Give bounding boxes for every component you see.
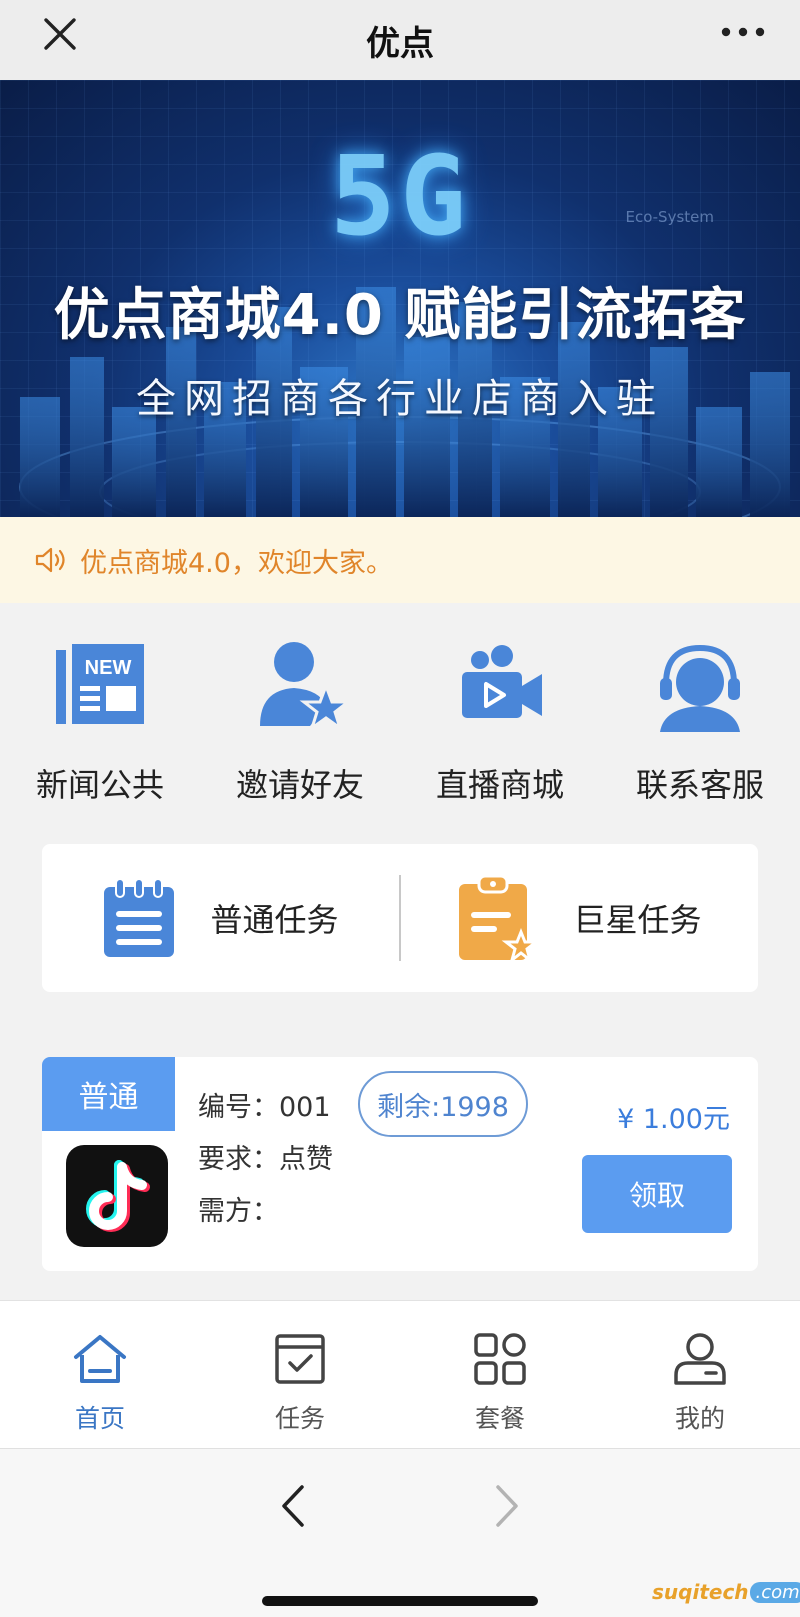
task-price: ¥ 1.00元 [617,1104,730,1135]
quick-nav-customer-service[interactable]: 联系客服 [600,636,800,806]
quick-nav-label: 联系客服 [635,766,764,804]
banner-headline: 优点商城4.0 赋能引流拓客 [53,283,747,348]
task-number: 编号：001 [198,1092,331,1123]
normal-task-label: 普通任务 [210,901,339,939]
title-bar: 优点 [0,0,800,80]
watermark-text: suqitech [652,1580,749,1604]
svg-text:NEW: NEW [85,657,132,679]
promo-banner[interactable]: 5G Eco-System 优点商城4.0 赋能引流拓客 全网招商各行业店商入驻 [0,80,800,517]
back-arrow-icon[interactable] [276,1483,310,1529]
tab-tasks[interactable]: 任务 [200,1301,400,1448]
banner-eco-text: Eco-System [625,208,714,226]
tab-label: 套餐 [474,1404,525,1433]
live-video-icon [462,645,542,718]
quick-nav-live-mall[interactable]: 直播商城 [400,636,600,806]
quick-nav-invite[interactable]: 邀请好友 [200,636,400,806]
task-requirement: 要求：点赞 [198,1144,333,1175]
clipboard-star-icon [459,874,540,962]
star-task-label: 巨星任务 [573,901,702,939]
page-title: 优点 [366,23,434,64]
quick-nav-label: 邀请好友 [235,766,364,804]
tiktok-logo-icon [66,1145,168,1247]
grid-icon [474,1333,526,1385]
bottom-tab-bar: 首页 任务 套餐 我的 [0,1300,800,1448]
task-listing: 普通 编号：001 剩余:1998 要求：点赞 需方： ¥ 1.00元 领取 [42,1057,758,1271]
star-task-button[interactable]: 巨星任务 [401,844,758,992]
close-icon[interactable] [40,14,80,54]
customer-service-icon [660,644,740,732]
task-tag: 普通 [42,1057,175,1131]
tab-label: 首页 [74,1404,125,1433]
news-icon: NEW [56,644,144,724]
home-icon [74,1335,126,1383]
tab-home[interactable]: 首页 [0,1301,200,1448]
speaker-icon [35,547,65,573]
watermark-domain: .com [749,1581,800,1603]
normal-task-button[interactable]: 普通任务 [42,844,399,992]
notice-bar: 优点商城4.0，欢迎大家。 [0,517,800,603]
quick-nav-label: 新闻公共 [35,766,164,804]
tab-packages[interactable]: 套餐 [400,1301,600,1448]
tab-mine[interactable]: 我的 [600,1301,800,1448]
user-icon [674,1333,726,1385]
quick-nav-label: 直播商城 [435,766,564,804]
invite-friend-icon [260,642,350,732]
forward-arrow-icon[interactable] [490,1483,524,1529]
tab-label: 任务 [274,1404,325,1433]
task-check-icon [275,1334,325,1384]
claim-button[interactable]: 领取 [582,1155,732,1233]
remaining-badge: 剩余:1998 [358,1071,528,1137]
task-demander: 需方： [198,1196,279,1227]
quick-nav: NEW 新闻公共 邀请好友 直播商城 联系客服 [0,636,800,806]
banner-5g-mark: 5G [329,132,471,260]
home-indicator[interactable] [262,1596,538,1606]
notice-text: 优点商城4.0，欢迎大家。 [80,547,393,579]
tab-label: 我的 [674,1404,725,1433]
banner-subline: 全网招商各行业店商入驻 [136,376,664,422]
notepad-icon [104,878,175,957]
quick-nav-news[interactable]: NEW 新闻公共 [0,636,200,806]
more-options-icon[interactable] [718,22,768,42]
task-type-card: 普通任务 巨星任务 [42,844,758,992]
watermark: suqitech .com [652,1578,800,1606]
